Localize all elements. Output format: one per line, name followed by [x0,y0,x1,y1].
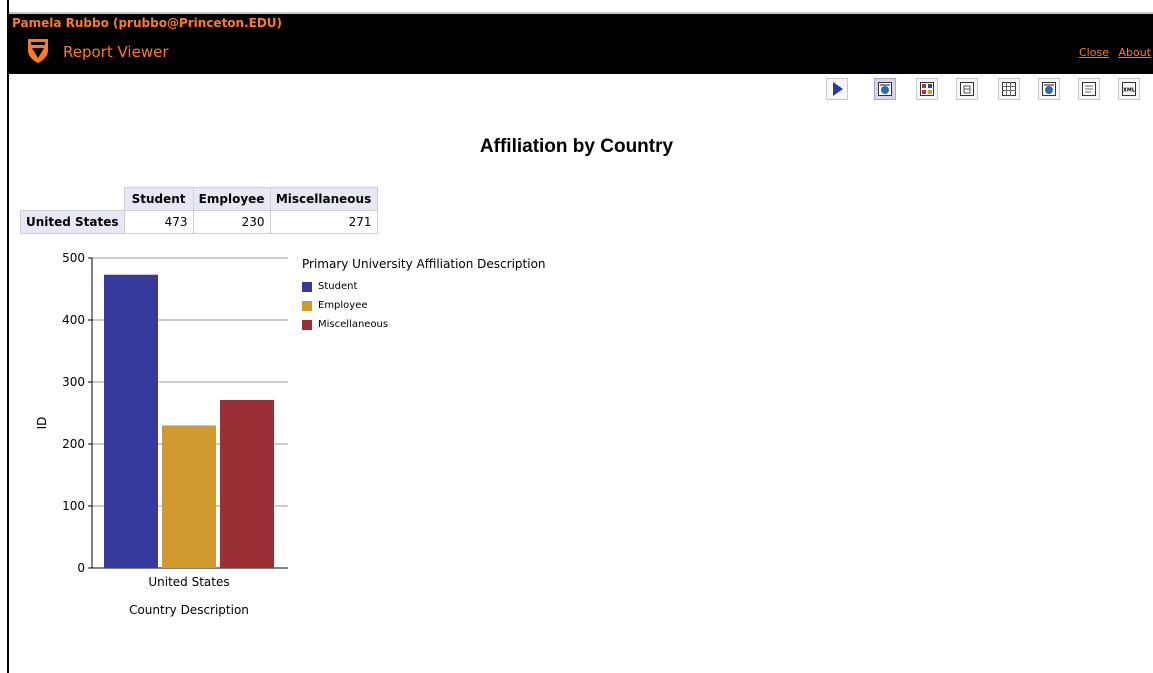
row-header: United States [20,210,125,234]
xml-icon: XML [1122,82,1136,96]
table-corner [21,188,125,211]
legend-label: Student [318,281,358,292]
bar-chart: 0 100 200 300 400 500 United States Country Des… [35,251,288,617]
legend-item: Miscellaneous [302,315,546,334]
y-axis-title: ID [35,417,49,430]
legend-label: Miscellaneous [318,319,389,330]
table-row: United States 473 230 271 [20,210,378,234]
export-chart-button[interactable] [1038,78,1060,100]
legend-swatch [302,300,312,311]
report-title: Affiliation by Country [479,136,674,157]
legend-swatch [302,319,312,330]
bar-employee [162,425,216,568]
legend-title: Primary University Affiliation Descripti… [302,257,546,271]
grid-icon [1002,82,1016,96]
close-link[interactable]: Close [1079,46,1109,59]
y-tick-label: 300 [62,375,85,389]
xml-label: XML [1123,88,1136,94]
y-tick-label: 500 [62,251,85,265]
app-title: Report Viewer [63,43,169,61]
y-tick-label: 0 [77,561,85,575]
column-header: Miscellaneous [269,187,378,211]
table-cell: 473 [123,210,194,234]
user-name: Pamela Rubbo (prubbo@Princeton.EDU) [12,16,283,30]
about-link[interactable]: About [1118,46,1151,59]
y-tick-label: 100 [62,499,85,513]
table-cell: 230 [192,210,271,234]
legend-label: Employee [318,300,368,311]
bar-student [104,274,158,568]
legend-item: Employee [302,296,546,315]
view-table-button[interactable] [956,78,978,100]
view-chart-table-button[interactable] [916,78,938,100]
legend-swatch [302,281,312,292]
y-tick-label: 400 [62,313,85,327]
play-icon [833,82,843,96]
legend-item: Student [302,277,546,296]
table-header-row: Student Employee Miscellaneous [21,187,378,211]
user-bar: Pamela Rubbo (prubbo@Princeton.EDU) [9,12,1153,32]
frame-border [0,0,9,673]
top-strip [9,0,1153,12]
view-grid-button[interactable] [998,78,1020,100]
column-header: Employee [192,187,271,211]
princeton-shield-icon [28,39,48,63]
view-chart-button[interactable] [874,78,896,100]
chart-legend: Primary University Affiliation Descripti… [302,257,546,334]
export-xml-button[interactable]: XML [1118,78,1140,100]
run-button[interactable] [826,78,848,100]
chart-export-icon [1042,82,1056,96]
column-header: Student [123,187,194,211]
x-axis-title: Country Description [129,603,249,617]
legend-items: Student Employee Miscellaneous [302,277,546,334]
header-links: Close About [1073,46,1151,59]
x-category-label: United States [148,575,229,589]
bar-miscellaneous [220,399,274,568]
table-cell: 271 [269,210,378,234]
chart-view-icon [878,82,892,96]
chart-table-icon [920,82,934,96]
crosstab-icon [960,82,974,96]
title-bar: Report Viewer Close About [9,32,1153,74]
y-tick-label: 200 [62,437,85,451]
text-export-icon [1082,82,1096,96]
export-text-button[interactable] [1078,78,1100,100]
crosstab: Student Employee Miscellaneous United St… [20,187,378,234]
